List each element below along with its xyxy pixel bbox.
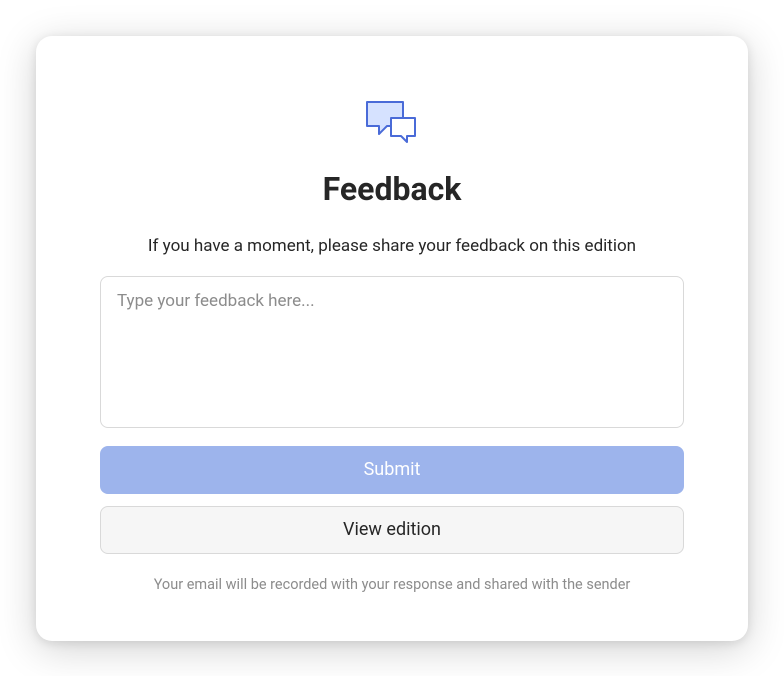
- feedback-card: Feedback If you have a moment, please sh…: [36, 36, 748, 641]
- view-edition-button[interactable]: View edition: [100, 506, 684, 554]
- submit-button[interactable]: Submit: [100, 446, 684, 494]
- feedback-textarea[interactable]: [100, 276, 684, 428]
- chat-bubbles-icon: [363, 100, 421, 154]
- subtitle: If you have a moment, please share your …: [148, 236, 636, 256]
- footer-note: Your email will be recorded with your re…: [154, 576, 631, 593]
- page-title: Feedback: [323, 170, 462, 208]
